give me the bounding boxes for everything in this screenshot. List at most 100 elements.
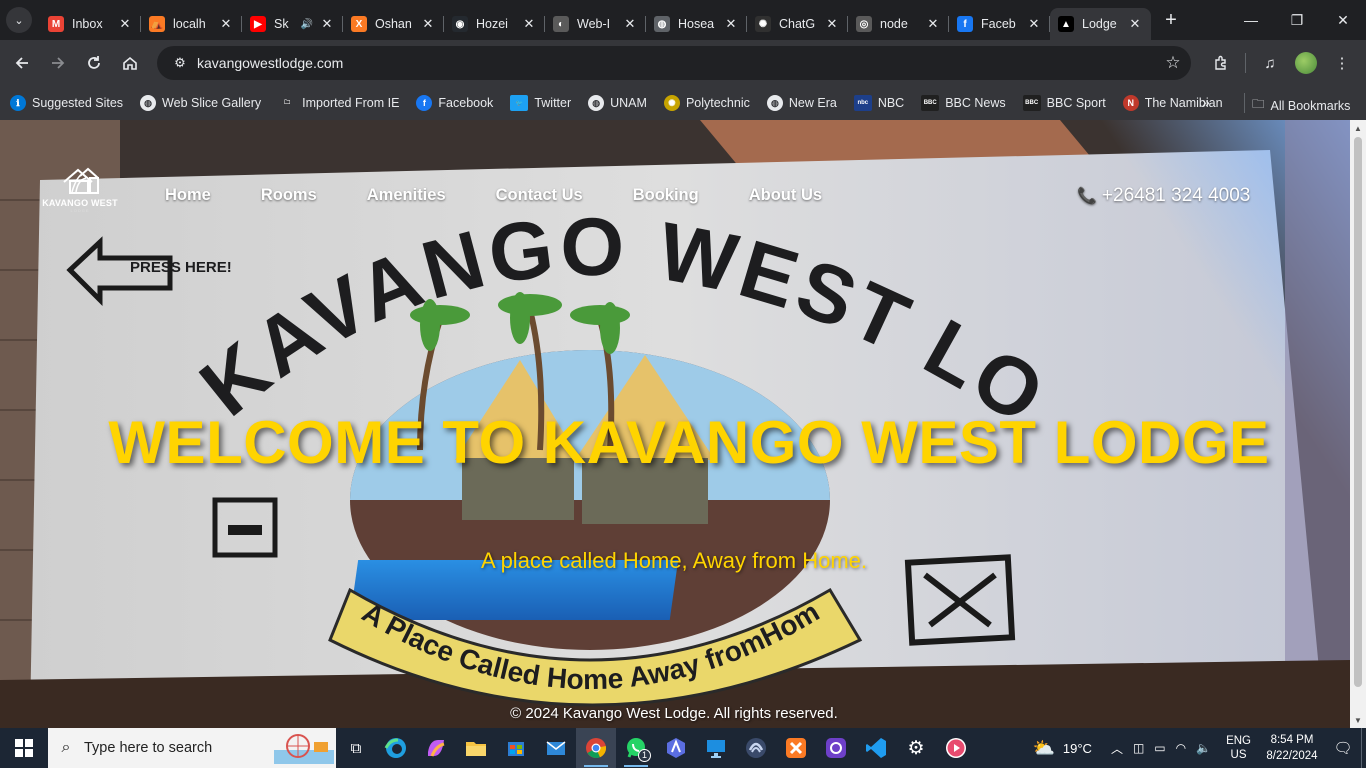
taskbar-github[interactable] bbox=[816, 728, 856, 768]
taskbar-browser-alt[interactable] bbox=[736, 728, 776, 768]
bookmark-star-icon[interactable]: ☆ bbox=[1155, 53, 1191, 73]
site-info-icon[interactable]: ⚙ bbox=[165, 55, 195, 71]
nav-link-about-us[interactable]: About Us bbox=[749, 186, 822, 205]
taskbar-xampp[interactable] bbox=[776, 728, 816, 768]
bookmark-item[interactable]: 🐦 Twitter bbox=[510, 95, 571, 111]
close-tab-icon[interactable]: ✕ bbox=[1127, 16, 1143, 32]
bookmark-item[interactable]: ℹ Suggested Sites bbox=[10, 95, 123, 111]
remote-app-icon bbox=[667, 738, 685, 758]
task-view-button[interactable]: ⧉ bbox=[336, 728, 376, 768]
all-bookmarks-button[interactable]: 🗀 All Bookmarks bbox=[1243, 93, 1350, 116]
twitter-icon: 🐦 bbox=[510, 95, 529, 111]
battery-icon[interactable]: ▭ bbox=[1154, 741, 1165, 755]
browser-tab[interactable]: ◉ Hozei ✕ bbox=[444, 8, 545, 40]
taskbar-remote-desktop[interactable] bbox=[696, 728, 736, 768]
close-tab-icon[interactable]: ✕ bbox=[925, 16, 941, 32]
tab-strip: ⌄ M Inbox ✕ ⛺ localh ✕ ▶ Sk 🔊 ✕ X Oshan ✕ ◉ Hozei ✕ ◐ Web… bbox=[0, 0, 1366, 40]
browser-tab[interactable]: ◐ Web-I ✕ bbox=[545, 8, 646, 40]
browser-tab[interactable]: ▲ Lodge ✕ bbox=[1050, 8, 1151, 40]
volume-icon[interactable]: 🔈 bbox=[1196, 741, 1211, 755]
close-tab-icon[interactable]: ✕ bbox=[622, 16, 638, 32]
reload-button[interactable] bbox=[76, 45, 112, 81]
browser-tab[interactable]: ⛺ localh ✕ bbox=[141, 8, 242, 40]
close-window-button[interactable]: ✕ bbox=[1320, 0, 1366, 40]
extensions-icon[interactable] bbox=[1203, 45, 1239, 81]
bookmark-label: Polytechnic bbox=[685, 96, 750, 110]
nav-link-rooms[interactable]: Rooms bbox=[261, 186, 317, 205]
bookmark-item[interactable]: ◍ New Era bbox=[766, 95, 837, 111]
bookmark-item[interactable]: 🗀 Imported From IE bbox=[278, 95, 399, 111]
nav-link-home[interactable]: Home bbox=[165, 186, 211, 205]
wifi-icon[interactable]: ◠ bbox=[1176, 741, 1186, 755]
taskbar-mail[interactable] bbox=[536, 728, 576, 768]
close-tab-icon[interactable]: ✕ bbox=[1026, 16, 1042, 32]
taskbar-whatsapp[interactable]: 1 bbox=[616, 728, 656, 768]
bookmark-item[interactable]: BBC BBC News bbox=[921, 95, 1006, 111]
language-indicator[interactable]: ENG US bbox=[1226, 734, 1251, 762]
scroll-down-arrow-icon[interactable]: ▼ bbox=[1350, 712, 1366, 728]
taskbar-remote-app[interactable] bbox=[656, 728, 696, 768]
gmail-icon: M bbox=[48, 16, 64, 32]
close-tab-icon[interactable]: ✕ bbox=[420, 16, 436, 32]
phone-contact[interactable]: 📞 +26481 324 4003 bbox=[1077, 185, 1250, 207]
close-tab-icon[interactable]: ✕ bbox=[319, 16, 335, 32]
browser-tab[interactable]: M Inbox ✕ bbox=[40, 8, 141, 40]
menu-icon[interactable]: ⋮ bbox=[1324, 45, 1360, 81]
weather-widget[interactable]: ⛅ 19°C bbox=[1032, 738, 1091, 759]
nav-link-amenities[interactable]: Amenities bbox=[367, 186, 446, 205]
home-button[interactable] bbox=[112, 45, 148, 81]
more-bookmarks-icon[interactable]: » bbox=[1202, 94, 1210, 110]
nav-link-booking[interactable]: Booking bbox=[633, 186, 699, 205]
scrollbar-thumb[interactable] bbox=[1354, 137, 1362, 687]
address-bar[interactable]: ⚙ kavangowestlodge.com ☆ bbox=[157, 46, 1191, 80]
bookmark-item[interactable]: ◍ Web Slice Gallery bbox=[140, 95, 261, 111]
tab-search-button[interactable]: ⌄ bbox=[6, 7, 32, 33]
notification-center-icon[interactable]: 🗨 bbox=[1325, 739, 1361, 757]
nav-link-contact-us[interactable]: Contact Us bbox=[496, 186, 583, 205]
close-tab-icon[interactable]: ✕ bbox=[824, 16, 840, 32]
site-logo[interactable]: KAVANGO WEST LODGE bbox=[40, 164, 120, 220]
minimize-button[interactable]: — bbox=[1228, 0, 1274, 40]
bookmark-item[interactable]: BBC BBC Sport bbox=[1022, 95, 1106, 111]
bookmark-item[interactable]: f Facebook bbox=[416, 95, 493, 111]
url-text[interactable]: kavangowestlodge.com bbox=[197, 55, 1155, 71]
profile-avatar[interactable] bbox=[1288, 45, 1324, 81]
taskbar-vscode[interactable] bbox=[856, 728, 896, 768]
browser-tab[interactable]: ◍ Hosea ✕ bbox=[646, 8, 747, 40]
close-tab-icon[interactable]: ✕ bbox=[723, 16, 739, 32]
taskbar-search[interactable]: ⌕ Type here to search bbox=[48, 728, 336, 768]
scroll-up-arrow-icon[interactable]: ▲ bbox=[1350, 120, 1366, 136]
taskbar-store[interactable] bbox=[496, 728, 536, 768]
restore-button[interactable]: ❐ bbox=[1274, 0, 1320, 40]
taskbar-edge[interactable] bbox=[376, 728, 416, 768]
forward-button[interactable] bbox=[40, 45, 76, 81]
taskbar-clock[interactable]: 8:54 PM 8/22/2024 bbox=[1259, 732, 1325, 764]
gear-icon: ⚙ bbox=[907, 737, 925, 759]
new-tab-button[interactable]: + bbox=[1157, 6, 1185, 34]
show-hidden-icons-icon[interactable]: ︿ bbox=[1111, 740, 1123, 757]
taskbar-settings[interactable]: ⚙ bbox=[896, 728, 936, 768]
browser-tab[interactable]: ◎ node ✕ bbox=[848, 8, 949, 40]
taskbar-chrome[interactable] bbox=[576, 728, 616, 768]
taskbar-copilot[interactable] bbox=[416, 728, 456, 768]
close-tab-icon[interactable]: ✕ bbox=[521, 16, 537, 32]
language-code: ENG bbox=[1226, 735, 1251, 747]
close-tab-icon[interactable]: ✕ bbox=[218, 16, 234, 32]
taskbar-media-player[interactable] bbox=[936, 728, 976, 768]
bookmark-item[interactable]: nbc NBC bbox=[853, 95, 904, 111]
bookmark-item[interactable]: ✺ Polytechnic bbox=[663, 95, 750, 111]
close-tab-icon[interactable]: ✕ bbox=[117, 16, 133, 32]
back-button[interactable] bbox=[4, 45, 40, 81]
show-desktop-button[interactable] bbox=[1361, 728, 1366, 768]
media-control-icon[interactable]: ♫ bbox=[1252, 45, 1288, 81]
page-scrollbar[interactable]: ▲ ▼ bbox=[1350, 120, 1366, 728]
speaker-icon[interactable]: 🔊 bbox=[301, 19, 313, 30]
browser-tab[interactable]: f Faceb ✕ bbox=[949, 8, 1050, 40]
camera-icon[interactable]: ◫ bbox=[1133, 741, 1144, 755]
browser-tab[interactable]: ✺ ChatG ✕ bbox=[747, 8, 848, 40]
browser-tab[interactable]: ▶ Sk 🔊 ✕ bbox=[242, 8, 343, 40]
start-button[interactable] bbox=[0, 728, 48, 768]
browser-tab[interactable]: X Oshan ✕ bbox=[343, 8, 444, 40]
taskbar-file-explorer[interactable] bbox=[456, 728, 496, 768]
bookmark-item[interactable]: ◍ UNAM bbox=[588, 95, 647, 111]
